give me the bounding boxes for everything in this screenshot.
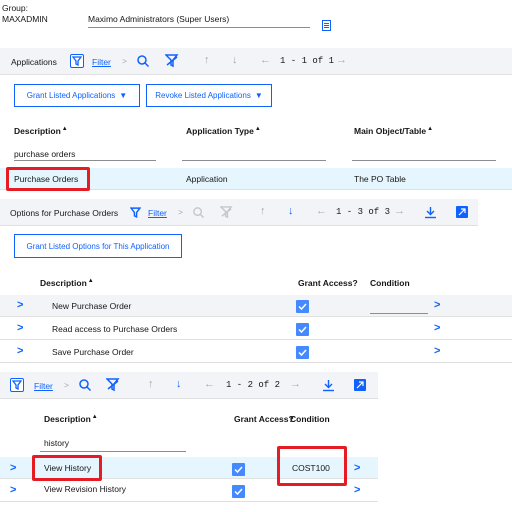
row-description: Read access to Purchase Orders bbox=[52, 324, 178, 334]
options-title: Options for Purchase Orders bbox=[10, 208, 119, 218]
expand-icon[interactable] bbox=[354, 379, 366, 391]
column-header-main-object[interactable]: Main Object/Table▲ bbox=[354, 126, 433, 136]
column-header-description[interactable]: Description▲ bbox=[40, 278, 94, 288]
revoke-listed-applications-label: Revoke Listed Applications bbox=[155, 91, 251, 100]
column-header-grant-access: Grant Access? bbox=[298, 278, 358, 288]
arrow-down-icon: ↓ bbox=[232, 54, 238, 66]
filter-link[interactable]: Filter bbox=[92, 57, 111, 67]
grant-access-checkbox[interactable] bbox=[296, 323, 309, 336]
row-application-type: Application bbox=[186, 174, 228, 184]
pagination-text: 1 - 1 of 1 bbox=[280, 56, 335, 66]
chevron-down-icon: ▼ bbox=[254, 91, 263, 100]
history-toolbar: Filter > ↑ ↓ ← 1 - 2 of 2 → bbox=[0, 372, 378, 399]
clear-filter-icon bbox=[219, 206, 233, 221]
applications-toolbar: Applications Filter > ↑ ↓ ← 1 - 1 of 1 → bbox=[0, 48, 512, 75]
search-icon[interactable] bbox=[78, 378, 92, 394]
chevron-right-icon: > bbox=[178, 207, 183, 217]
chevron-right-icon[interactable]: > bbox=[434, 322, 440, 334]
row-description: View Revision History bbox=[44, 484, 127, 494]
search-icon bbox=[192, 206, 205, 221]
chevron-right-icon[interactable]: > bbox=[434, 345, 440, 357]
chevron-right-icon[interactable]: > bbox=[10, 484, 16, 496]
chevron-right-icon[interactable]: > bbox=[354, 462, 360, 474]
column-header-application-type[interactable]: Application Type▲ bbox=[186, 126, 261, 136]
arrow-up-icon: ↑ bbox=[260, 205, 266, 217]
chevron-right-icon[interactable]: > bbox=[10, 462, 16, 474]
arrow-up-icon: ↑ bbox=[148, 378, 154, 390]
chevron-right-icon[interactable]: > bbox=[354, 484, 360, 496]
table-row[interactable]: > Save Purchase Order > bbox=[0, 341, 512, 363]
highlight-view-history bbox=[32, 455, 102, 481]
description-filter-input[interactable]: history bbox=[44, 438, 69, 448]
arrow-up-icon: ↑ bbox=[204, 54, 210, 66]
download-icon[interactable] bbox=[322, 379, 335, 394]
row-description: New Purchase Order bbox=[52, 301, 132, 311]
clear-filter-icon[interactable] bbox=[105, 378, 120, 394]
chevron-right-icon[interactable]: > bbox=[17, 322, 23, 334]
table-row[interactable]: > Read access to Purchase Orders > bbox=[0, 318, 512, 340]
highlight-condition-cost100 bbox=[277, 446, 347, 486]
applications-title: Applications bbox=[11, 57, 57, 67]
highlight-purchase-orders bbox=[6, 167, 90, 191]
chevron-right-icon[interactable]: > bbox=[17, 299, 23, 311]
grant-listed-options-button[interactable]: Grant Listed Options for This Applicatio… bbox=[14, 234, 182, 258]
row-description: Save Purchase Order bbox=[52, 347, 134, 357]
chevron-down-icon: ▼ bbox=[119, 91, 128, 100]
pagination-text: 1 - 3 of 3 bbox=[336, 207, 391, 217]
group-description-field[interactable]: Maximo Administrators (Super Users) bbox=[88, 14, 310, 28]
grant-listed-options-label: Grant Listed Options for This Applicatio… bbox=[26, 241, 170, 251]
condition-field[interactable] bbox=[370, 313, 428, 314]
description-filter-input[interactable]: purchase orders bbox=[14, 149, 75, 159]
chevron-right-icon: > bbox=[64, 380, 69, 390]
options-toolbar: Options for Purchase Orders Filter > ↑ ↓… bbox=[0, 199, 478, 226]
column-header-description[interactable]: Description▲ bbox=[44, 414, 98, 424]
arrow-down-icon[interactable]: ↓ bbox=[288, 205, 294, 217]
chevron-right-icon[interactable]: > bbox=[17, 345, 23, 357]
row-main-object: The PO Table bbox=[354, 174, 406, 184]
next-page-icon: → bbox=[336, 54, 347, 66]
clear-filter-icon[interactable] bbox=[164, 54, 179, 70]
grant-access-checkbox[interactable] bbox=[232, 485, 245, 498]
filter-icon[interactable] bbox=[70, 54, 84, 68]
column-header-condition: Condition bbox=[370, 278, 410, 288]
long-description-icon[interactable] bbox=[322, 20, 331, 31]
chevron-right-icon: > bbox=[122, 56, 127, 66]
expand-icon[interactable] bbox=[456, 206, 468, 218]
filter-link[interactable]: Filter bbox=[34, 381, 53, 391]
grant-access-checkbox[interactable] bbox=[232, 463, 245, 476]
grant-listed-applications-label: Grant Listed Applications bbox=[26, 91, 116, 100]
grant-access-checkbox[interactable] bbox=[296, 300, 309, 313]
description-filter-underline bbox=[40, 451, 186, 452]
filter-icon[interactable] bbox=[10, 378, 24, 392]
next-page-icon: → bbox=[290, 378, 301, 390]
column-header-description[interactable]: Description▲ bbox=[14, 126, 68, 136]
description-filter-underline bbox=[14, 160, 156, 161]
previous-page-icon: ← bbox=[316, 205, 327, 217]
main-object-filter-input[interactable] bbox=[352, 160, 496, 161]
revoke-listed-applications-button[interactable]: Revoke Listed Applications ▼ bbox=[146, 84, 272, 107]
table-row[interactable]: > New Purchase Order > bbox=[0, 295, 512, 317]
application-type-filter-input[interactable] bbox=[182, 160, 326, 161]
group-label: Group: bbox=[2, 3, 28, 13]
column-header-grant-access: Grant Access? bbox=[234, 414, 294, 424]
column-header-condition: Condition bbox=[290, 414, 330, 424]
grant-access-checkbox[interactable] bbox=[296, 346, 309, 359]
download-icon[interactable] bbox=[424, 206, 437, 221]
previous-page-icon: ← bbox=[204, 378, 215, 390]
grant-listed-applications-button[interactable]: Grant Listed Applications ▼ bbox=[14, 84, 140, 107]
previous-page-icon: ← bbox=[260, 54, 271, 66]
next-page-icon: → bbox=[394, 205, 405, 217]
group-name: MAXADMIN bbox=[2, 14, 48, 24]
filter-link[interactable]: Filter bbox=[148, 208, 167, 218]
pagination-text: 1 - 2 of 2 bbox=[226, 380, 281, 390]
filter-icon[interactable] bbox=[129, 207, 142, 220]
search-icon[interactable] bbox=[136, 54, 150, 70]
arrow-down-icon[interactable]: ↓ bbox=[176, 378, 182, 390]
chevron-right-icon[interactable]: > bbox=[434, 299, 440, 311]
